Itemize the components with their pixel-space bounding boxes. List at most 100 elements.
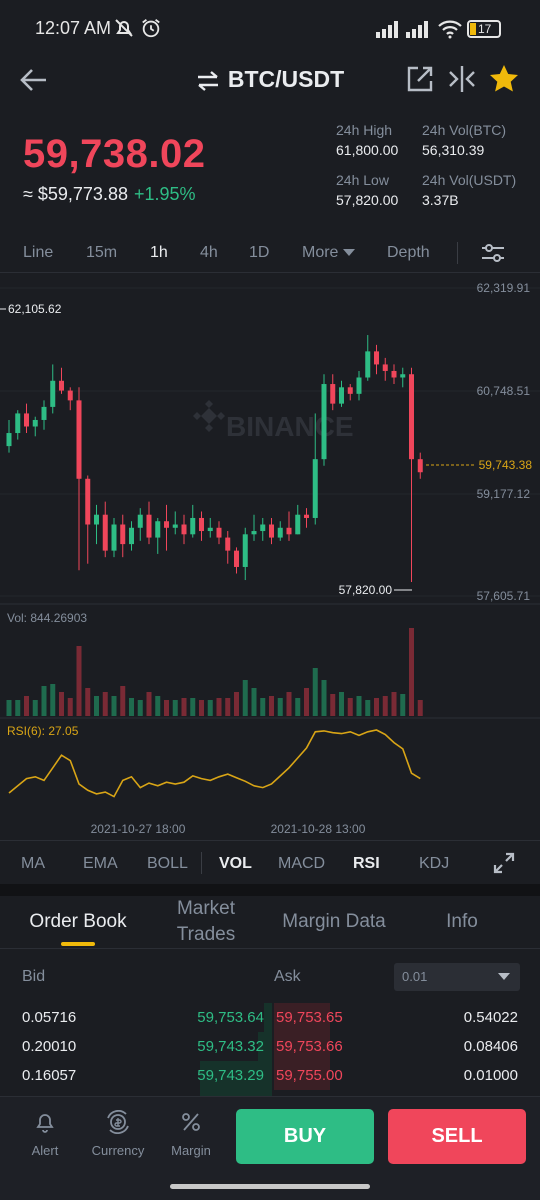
tab-15m[interactable]: 15m (86, 244, 117, 262)
active-tab-underline (61, 942, 95, 946)
candle-body (251, 531, 257, 535)
volume-bar (286, 692, 292, 716)
volume-bar (129, 698, 134, 716)
volume-bar (321, 680, 327, 716)
tab-depth[interactable]: Depth (387, 244, 430, 262)
candle-body (339, 387, 344, 404)
volume-bar (41, 686, 47, 716)
alarm-icon (142, 19, 160, 38)
axis-label-2: 60,748.51 (477, 384, 531, 398)
volume-bar (146, 692, 152, 716)
volume-label: Vol: 844.26903 (7, 611, 87, 625)
volume-bar (400, 694, 406, 716)
tab-market-trades[interactable]: Market Trades (160, 896, 252, 948)
orderbook-row[interactable]: 0.16057 59,743.29 59,755.00 0.01000 (0, 1061, 540, 1090)
watermark-text: BINANCE (226, 411, 354, 442)
high-value: 61,800.00 (336, 142, 399, 158)
tab-info[interactable]: Info (432, 909, 492, 935)
orderbook-row[interactable]: 0.05716 59,753.64 59,753.65 0.54022 (0, 1003, 540, 1032)
orderbook-row[interactable]: 0.20010 59,743.32 59,753.66 0.08406 (0, 1032, 540, 1061)
high-label: 24h High (336, 122, 393, 138)
alert-button[interactable]: Alert (15, 1110, 75, 1158)
volume-bar (277, 698, 283, 716)
volume-bar (102, 692, 108, 716)
volume-bar (365, 700, 371, 716)
tab-1d[interactable]: 1D (249, 244, 269, 262)
favorite-star-icon[interactable] (488, 63, 520, 95)
candle-body (356, 377, 362, 394)
ask-header: Ask (274, 968, 301, 985)
sell-button[interactable]: SELL (388, 1109, 526, 1164)
volume-bar (164, 700, 169, 716)
candle-body (6, 433, 12, 447)
tab-4h[interactable]: 4h (200, 244, 218, 262)
binance-logo-icon (193, 400, 225, 432)
axis-label-4: 57,605.71 (477, 589, 531, 603)
mute-icon (115, 19, 133, 37)
candle-body (207, 527, 213, 532)
indicator-rsi[interactable]: RSI (353, 855, 380, 873)
candle-body (347, 387, 353, 394)
chart-settings-icon[interactable] (480, 240, 506, 266)
candle-body (216, 527, 222, 538)
compare-icon[interactable] (446, 63, 478, 95)
candle-body (260, 524, 266, 532)
share-icon[interactable] (404, 63, 436, 95)
signal-icon (376, 21, 398, 38)
wifi-icon (438, 20, 462, 39)
precision-select[interactable]: 0.01 (394, 963, 520, 991)
tab-1h[interactable]: 1h (150, 244, 168, 262)
candle-body (41, 406, 47, 420)
volume-bar (172, 700, 178, 716)
volume-bar (94, 696, 99, 716)
orderbook-tab-border (0, 948, 540, 949)
indicator-kdj[interactable]: KDJ (419, 855, 449, 873)
tab-more[interactable]: More (302, 244, 356, 262)
buy-button[interactable]: BUY (236, 1109, 374, 1164)
candlestick-chart[interactable]: BINANCE 62,319.91 60,748.51 59,177.12 57… (0, 272, 540, 840)
candle-body (365, 351, 371, 378)
candle-body (295, 514, 301, 535)
indicator-vol[interactable]: VOL (219, 855, 252, 873)
axis-label-1: 62,319.91 (477, 281, 531, 295)
candle-body (181, 524, 187, 535)
status-bar: 12:07 AM 17 (0, 0, 540, 58)
ask-amount: 0.54022 (463, 1009, 518, 1026)
low-marker: 57,820.00 (339, 583, 393, 597)
section-separator (0, 884, 540, 896)
home-indicator[interactable] (170, 1184, 370, 1189)
candle-body (391, 370, 397, 378)
candle-body (111, 524, 117, 551)
candle-body (304, 514, 309, 518)
indicator-ema[interactable]: EMA (83, 855, 118, 873)
candle-body (312, 459, 318, 518)
alert-label: Alert (31, 1143, 59, 1158)
volume-bar (409, 628, 414, 716)
candle-body (24, 413, 29, 427)
indicator-boll[interactable]: BOLL (147, 855, 188, 873)
tab-margin-data[interactable]: Margin Data (274, 909, 394, 935)
bid-amount: 0.20010 (22, 1038, 77, 1055)
caret-down-icon (343, 249, 356, 256)
candle-body (199, 517, 204, 532)
candle-body (374, 351, 379, 365)
bid-header: Bid (22, 968, 46, 985)
fullscreen-icon[interactable] (492, 851, 516, 875)
volume-bar (76, 646, 82, 716)
margin-button[interactable]: Margin (161, 1110, 221, 1158)
vol-usdt-label: 24h Vol(USDT) (422, 172, 517, 188)
indicator-divider (201, 852, 202, 874)
volume-bar (242, 680, 248, 716)
currency-button[interactable]: Currency (88, 1109, 148, 1158)
indicator-ma[interactable]: MA (21, 855, 45, 873)
tab-more-label: More (302, 244, 339, 261)
volume-bar (216, 698, 222, 716)
ask-price: 59,753.66 (276, 1038, 343, 1055)
candle-body (164, 521, 169, 528)
tab-order-book[interactable]: Order Book (22, 909, 134, 935)
tab-line[interactable]: Line (23, 244, 53, 262)
candle-body (400, 374, 406, 378)
indicator-macd[interactable]: MACD (278, 855, 325, 873)
precision-value: 0.01 (402, 969, 428, 984)
volume-bar (50, 684, 56, 716)
